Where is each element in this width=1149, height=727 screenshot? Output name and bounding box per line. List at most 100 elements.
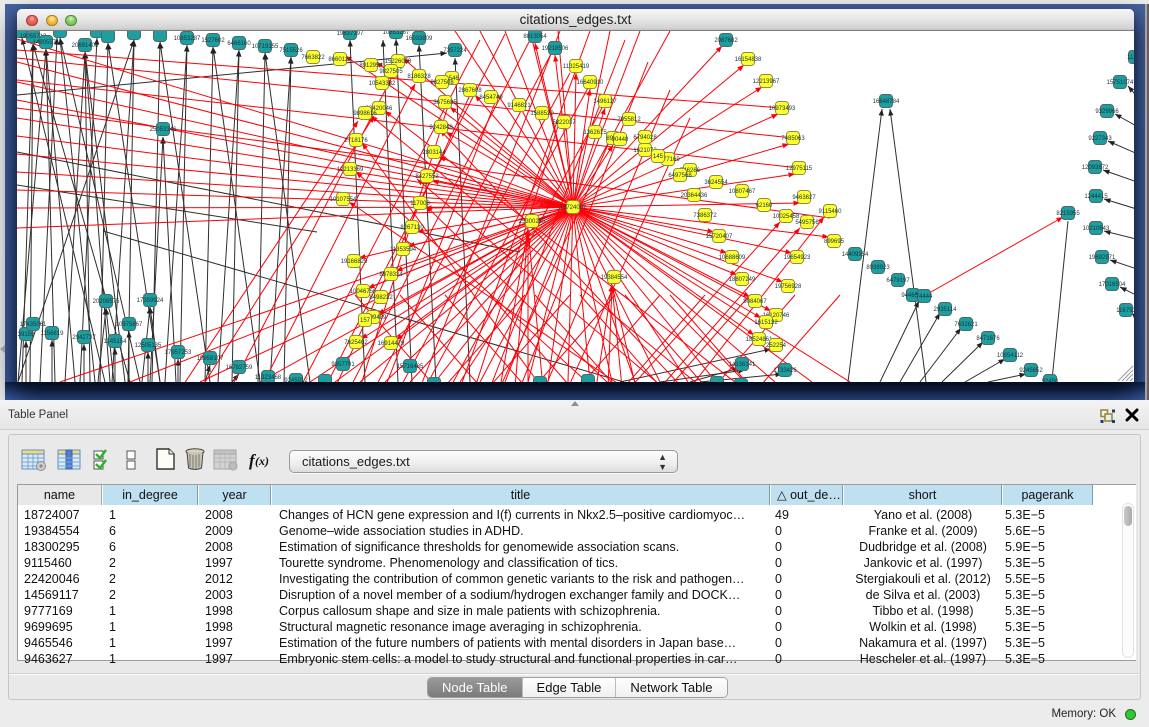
- svg-text:7955812: 7955812: [617, 117, 641, 123]
- svg-text:10688609: 10688609: [719, 255, 746, 261]
- svg-text:5822037: 5822037: [552, 120, 576, 126]
- svg-text:252254: 252254: [766, 343, 787, 349]
- svg-text:19166829: 19166829: [341, 259, 368, 265]
- svg-text:12093872: 12093872: [1082, 165, 1109, 171]
- svg-text:20206575: 20206575: [93, 299, 120, 305]
- svg-text:6497568: 6497568: [668, 173, 692, 179]
- svg-text:14136141: 14136141: [729, 362, 756, 368]
- svg-text:10807467: 10807467: [729, 189, 756, 195]
- svg-text:10210643: 10210643: [1083, 226, 1110, 232]
- svg-text:9084067: 9084067: [743, 299, 767, 305]
- svg-text:8813054: 8813054: [523, 34, 547, 40]
- svg-text:25300285: 25300285: [519, 219, 546, 225]
- svg-text:1244415: 1244415: [1084, 194, 1108, 200]
- svg-text:1145154: 1145154: [104, 339, 128, 345]
- svg-text:1496127: 1496127: [593, 99, 617, 105]
- svg-text:19384554: 19384554: [601, 275, 628, 281]
- svg-text:117008: 117008: [410, 201, 430, 207]
- svg-text:10958107: 10958107: [197, 356, 224, 362]
- svg-text:7625402: 7625402: [344, 340, 368, 346]
- svg-text:3624554: 3624554: [704, 180, 728, 186]
- svg-text:1733426: 1733426: [773, 368, 797, 374]
- svg-text:9857791: 9857791: [331, 362, 355, 368]
- svg-text:90448: 90448: [612, 137, 629, 143]
- svg-text:19756928: 19756928: [775, 284, 802, 290]
- svg-text:19218506: 19218506: [542, 46, 569, 52]
- svg-text:10654112: 10654112: [997, 353, 1024, 359]
- svg-text:1362615: 1362615: [583, 130, 607, 136]
- svg-text:1527602: 1527602: [201, 38, 225, 44]
- svg-text:15720407: 15720407: [706, 234, 733, 240]
- svg-text:92450: 92450: [1042, 379, 1059, 382]
- svg-text:18807249: 18807249: [729, 277, 756, 283]
- svg-text:12975115: 12975115: [786, 166, 813, 172]
- svg-text:116753: 116753: [1116, 308, 1134, 314]
- svg-text:8186328: 8186328: [407, 74, 431, 80]
- svg-text:7357224: 7357224: [443, 48, 467, 54]
- svg-text:16648784: 16648784: [873, 99, 900, 105]
- svg-text:19654923: 19654923: [784, 255, 811, 261]
- svg-text:(x): (x): [255, 454, 269, 468]
- svg-text:17435061: 17435061: [20, 322, 47, 328]
- svg-text:25053346: 25053346: [150, 127, 177, 133]
- svg-text:7386372: 7386372: [693, 213, 717, 219]
- svg-text:10973493: 10973493: [769, 106, 796, 112]
- svg-text:7632621: 7632621: [954, 322, 978, 328]
- svg-text:19692971: 19692971: [1089, 255, 1116, 261]
- svg-text:8471676: 8471676: [976, 336, 1000, 342]
- svg-text:9245652: 9245652: [1019, 368, 1043, 374]
- svg-text:145: 145: [653, 154, 664, 160]
- svg-text:2718176: 2718176: [344, 138, 368, 144]
- svg-text:8454749: 8454749: [479, 95, 503, 101]
- svg-text:19837197: 19837197: [337, 31, 364, 37]
- svg-text:5495756: 5495756: [795, 220, 819, 226]
- svg-text:9827505: 9827505: [379, 69, 403, 75]
- svg-text:12505135: 12505135: [135, 343, 162, 349]
- svg-text:2942737: 2942737: [72, 335, 96, 341]
- svg-text:8878334: 8878334: [379, 272, 403, 278]
- svg-text:9245012: 9245012: [284, 378, 308, 382]
- svg-text:15716485: 15716485: [397, 364, 424, 370]
- svg-text:17016504: 17016504: [1099, 282, 1126, 288]
- svg-text:7485063: 7485063: [781, 136, 805, 142]
- svg-text:16782759: 16782759: [226, 365, 253, 371]
- svg-text:14905571: 14905571: [33, 40, 60, 46]
- svg-text:7663822: 7663822: [301, 55, 325, 61]
- svg-text:10853287: 10853287: [174, 36, 201, 42]
- svg-text:8938923: 8938923: [866, 265, 890, 271]
- svg-text:16033809: 16033809: [406, 36, 433, 42]
- svg-text:74444: 74444: [916, 294, 933, 300]
- svg-text:10719155: 10719155: [252, 44, 279, 50]
- svg-text:8267130: 8267130: [400, 225, 424, 231]
- svg-text:11353594: 11353594: [390, 247, 417, 253]
- svg-text:8660124: 8660124: [328, 57, 352, 63]
- svg-text:9227343: 9227343: [1088, 136, 1112, 142]
- svg-text:12213369: 12213369: [337, 167, 364, 173]
- svg-text:18724007: 18724007: [560, 205, 587, 211]
- svg-text:6479197: 6479197: [886, 278, 910, 284]
- svg-text:39159: 39159: [18, 332, 35, 338]
- svg-text:20364436: 20364436: [681, 193, 708, 199]
- svg-text:9827508: 9827508: [430, 80, 454, 86]
- svg-text:11124: 11124: [1127, 55, 1134, 61]
- svg-text:62160: 62160: [756, 203, 773, 209]
- svg-text:2087682: 2087682: [714, 38, 738, 44]
- svg-text:16154838: 16154838: [735, 57, 762, 63]
- svg-text:7515526: 7515526: [279, 48, 303, 54]
- svg-text:9242848: 9242848: [429, 125, 453, 131]
- svg-text:10107554: 10107554: [330, 197, 357, 203]
- svg-text:15751074: 15751074: [1107, 80, 1134, 86]
- svg-text:1156819: 1156819: [41, 331, 65, 337]
- svg-text:8215955: 8215955: [1056, 211, 1080, 217]
- svg-text:8427552: 8427552: [415, 174, 439, 180]
- svg-text:6466160: 6466160: [227, 41, 251, 47]
- svg-text:3675685: 3675685: [433, 100, 457, 106]
- svg-text:9115460: 9115460: [819, 209, 843, 215]
- svg-text:17359924: 17359924: [137, 298, 164, 304]
- svg-text:2803144: 2803144: [422, 150, 446, 156]
- svg-text:16640910: 16640910: [577, 80, 604, 86]
- svg-text:1588520: 1588520: [530, 111, 554, 117]
- svg-text:899695: 899695: [824, 239, 845, 245]
- svg-text:9329966: 9329966: [1095, 109, 1119, 115]
- svg-text:2867608: 2867608: [458, 88, 482, 94]
